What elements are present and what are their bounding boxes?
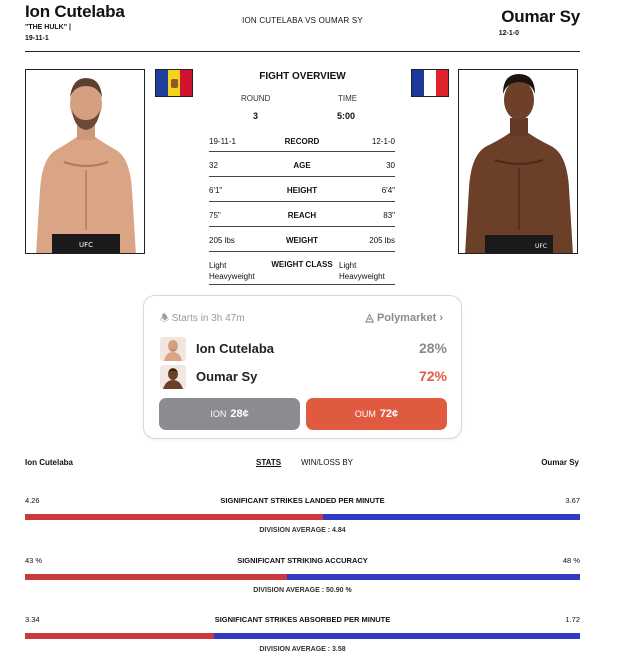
record-label: RECORD — [284, 137, 320, 146]
fighter2-photo: UFC — [458, 69, 578, 254]
stat-right-value: 1.72 — [565, 615, 580, 624]
candidate-name: Oumar Sy — [196, 369, 258, 384]
fighter2-record: 12-1-0 — [498, 30, 519, 37]
time-value: 5:00 — [337, 111, 356, 121]
chevron-right-icon: › — [439, 312, 443, 324]
starts-in-text: Starts in 3h 47m — [171, 313, 245, 324]
avatar — [160, 365, 186, 389]
weight-class-right: Light Heavyweight — [339, 261, 385, 281]
time-label: TIME — [338, 94, 358, 103]
overview-row-reach: 75" REACH 83" — [209, 210, 395, 227]
division-average: DIVISION AVERAGE : 4.84 — [259, 527, 346, 534]
stat-bar-right — [213, 633, 580, 639]
height-right: 6'4" — [381, 186, 395, 195]
round-label: ROUND — [241, 94, 271, 103]
division-average: DIVISION AVERAGE : 3.58 — [259, 646, 346, 653]
stat-right-value: 3.67 — [565, 496, 580, 505]
france-flag — [411, 69, 449, 97]
reach-right: 83" — [383, 211, 395, 220]
stats-fighter1-name: Ion Cutelaba — [25, 458, 74, 467]
tab-stats[interactable]: STATS — [256, 458, 281, 467]
round-value: 3 — [253, 111, 259, 121]
reach-label: REACH — [287, 211, 317, 220]
buy-ion-label: ION — [210, 409, 227, 419]
weight-label: WEIGHT — [286, 236, 318, 245]
prediction-card: 🕭 Starts in 3h 47m ◬ Polymarket › Ion Cu… — [143, 295, 462, 439]
candidate-row[interactable]: Ion Cutelaba 28% — [160, 337, 447, 361]
fighter1-nickname: "THE HULK" | — [25, 24, 71, 31]
svg-text:UFC: UFC — [535, 243, 547, 250]
stat-row-strikes-absorbed: 3.34 SIGNIFICANT STRIKES ABSORBED PER MI… — [25, 615, 580, 664]
stat-comparison-bar — [25, 574, 580, 580]
overview-row-height: 6'1" HEIGHT 6'4" — [209, 185, 395, 202]
fighter1-record: 19-11-1 — [25, 35, 49, 42]
buy-oum-label: OUM — [354, 409, 376, 419]
stat-bar-left — [25, 574, 287, 580]
fight-overview-title: FIGHT OVERVIEW — [259, 71, 346, 82]
stat-bar-left — [25, 514, 324, 520]
overview-row-weight: 205 lbs WEIGHT 205 lbs — [209, 235, 395, 252]
bell-icon: 🕭 — [160, 313, 169, 324]
candidate-percent: 72% — [418, 368, 447, 384]
stat-row-strikes-landed: 4.26 SIGNIFICANT STRIKES LANDED PER MINU… — [25, 496, 580, 556]
avatar — [160, 337, 186, 361]
stat-title: SIGNIFICANT STRIKES ABSORBED PER MINUTE — [214, 615, 391, 624]
matchup-title: ION CUTELABA VS OUMAR SY — [242, 16, 363, 25]
fighter2-name[interactable]: Oumar Sy — [501, 7, 580, 27]
fighter1-photo: UFC — [25, 69, 145, 254]
overview-row-age: 32 AGE 30 — [209, 160, 395, 177]
starts-in: 🕭 Starts in 3h 47m — [160, 311, 245, 328]
stat-title: SIGNIFICANT STRIKING ACCURACY — [237, 556, 368, 565]
stat-bar-left — [25, 633, 214, 639]
buy-ion-button[interactable]: ION 28¢ — [159, 398, 300, 430]
polymarket-label: Polymarket — [376, 312, 437, 324]
buy-oum-price: 72¢ — [379, 408, 399, 420]
stat-bar-right — [323, 514, 580, 520]
age-label: AGE — [293, 161, 311, 170]
polymarket-link[interactable]: ◬ Polymarket › — [365, 311, 443, 324]
overview-row-weight-class: Light Heavyweight WEIGHT CLASS Light Hea… — [209, 259, 395, 285]
svg-text:UFC: UFC — [79, 241, 93, 249]
stat-row-striking-accuracy: 43 % SIGNIFICANT STRIKING ACCURACY 48 % … — [25, 556, 580, 616]
candidate-name: Ion Cutelaba — [196, 341, 275, 356]
candidate-percent: 28% — [418, 340, 447, 356]
tab-win-loss[interactable]: WIN/LOSS BY — [301, 458, 353, 467]
record-right: 12-1-0 — [371, 137, 395, 146]
division-average: DIVISION AVERAGE : 50.90 % — [253, 587, 352, 594]
stat-right-value: 48 % — [562, 556, 580, 565]
buy-ion-price: 28¢ — [230, 408, 249, 420]
buy-oum-button[interactable]: OUM 72¢ — [306, 398, 447, 430]
stat-comparison-bar — [25, 514, 580, 520]
candidate-row[interactable]: Oumar Sy 72% — [160, 365, 447, 389]
age-right: 30 — [386, 161, 395, 170]
stat-comparison-bar — [25, 633, 580, 639]
stat-title: SIGNIFICANT STRIKES LANDED PER MINUTE — [220, 496, 385, 505]
overview-row-record: 19-11-1 RECORD 12-1-0 — [209, 137, 395, 152]
weight-right: 205 lbs — [369, 236, 395, 245]
stats-fighter2-name: Oumar Sy — [541, 458, 579, 467]
matchup-header: Ion Cutelaba "THE HULK" | 19-11-1 ION CU… — [25, 0, 580, 52]
polymarket-logo-icon: ◬ — [365, 312, 374, 324]
moldova-flag — [155, 69, 193, 97]
height-label: HEIGHT — [286, 186, 318, 195]
stat-bar-right — [286, 574, 580, 580]
